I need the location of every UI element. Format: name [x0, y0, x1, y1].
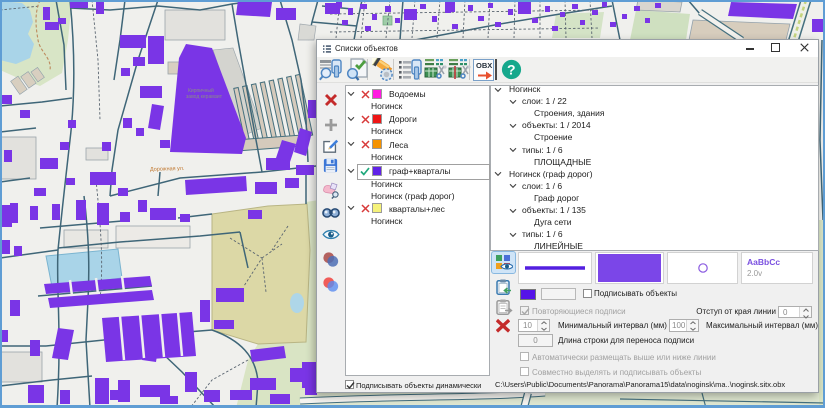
- svg-text:OBX: OBX: [476, 61, 492, 70]
- svg-text:?: ?: [507, 62, 516, 78]
- svg-text:Кирпичный: Кирпичный: [188, 87, 214, 94]
- svg-text:Дорожная ул.: Дорожная ул.: [150, 166, 185, 173]
- svg-text:завод керамзит: завод керамзит: [186, 94, 223, 100]
